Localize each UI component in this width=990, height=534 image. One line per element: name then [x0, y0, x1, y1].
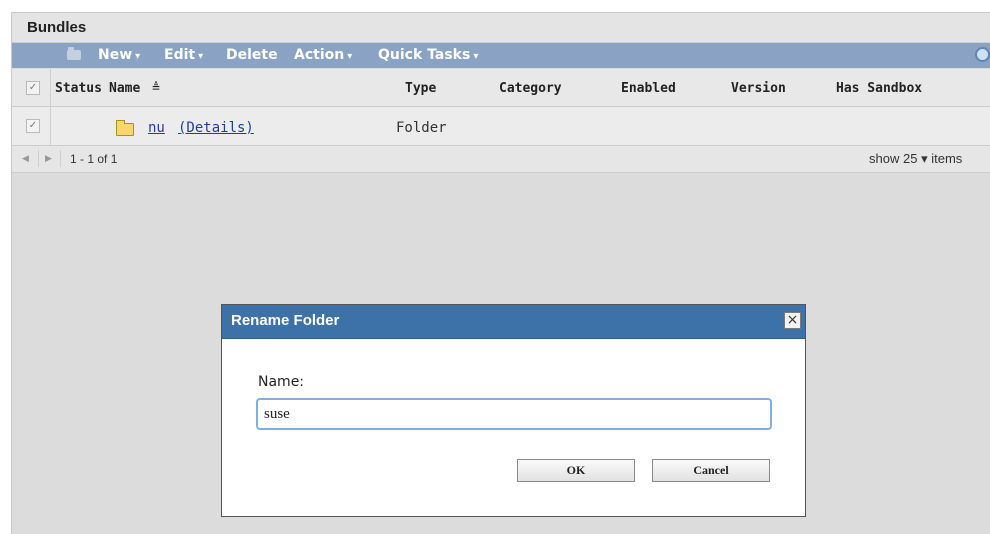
- dialog-header: Rename Folder ×: [222, 305, 805, 339]
- column-header-has-sandbox[interactable]: Has Sandbox: [836, 81, 922, 96]
- page-size-select[interactable]: 25 ▾: [903, 151, 928, 166]
- action-menu[interactable]: Action ▾: [294, 47, 352, 63]
- items-label: items: [931, 151, 963, 166]
- page-size-control: show 25 ▾ items: [869, 151, 962, 167]
- new-label: New: [98, 47, 133, 63]
- new-menu[interactable]: New ▾: [98, 47, 140, 63]
- ok-button[interactable]: OK: [517, 459, 635, 482]
- edit-label: Edit: [164, 47, 196, 63]
- next-page-icon[interactable]: ▶: [45, 153, 52, 164]
- action-label: Action: [294, 47, 345, 63]
- name-header-label: Name: [109, 81, 141, 96]
- pagination-bar: ◀ ▶ 1 - 1 of 1 show 25 ▾ items: [12, 146, 990, 173]
- name-field-label: Name:: [258, 374, 305, 390]
- chevron-down-icon: ▾: [347, 51, 353, 62]
- page-count: 1 - 1 of 1: [70, 152, 118, 166]
- quick-tasks-label: Quick Tasks: [378, 47, 471, 63]
- folder-name-link[interactable]: nu: [148, 120, 165, 136]
- details-link[interactable]: (Details): [178, 120, 254, 136]
- table-header: ✓ Status Name ≜ Type Category Enabled Ve…: [12, 69, 990, 107]
- column-header-status[interactable]: Status: [55, 81, 102, 96]
- close-icon[interactable]: ×: [784, 312, 801, 329]
- quick-tasks-menu[interactable]: Quick Tasks ▾: [378, 47, 478, 63]
- select-all-checkbox[interactable]: ✓: [26, 81, 40, 95]
- refresh-icon[interactable]: [975, 47, 990, 62]
- chevron-down-icon: ▾: [198, 51, 204, 62]
- chevron-down-icon: ▾: [135, 51, 141, 62]
- cancel-button[interactable]: Cancel: [652, 459, 770, 482]
- dialog-title: Rename Folder: [231, 312, 340, 329]
- table-row[interactable]: ✓ nu (Details) Folder: [12, 107, 990, 146]
- column-header-category[interactable]: Category: [499, 81, 562, 96]
- pager-divider: [38, 150, 39, 167]
- column-divider: [50, 107, 51, 145]
- prev-page-icon[interactable]: ◀: [22, 153, 29, 164]
- sort-ascending-icon: ≜: [152, 81, 160, 96]
- column-header-name[interactable]: Name ≜: [109, 81, 160, 96]
- pager-divider: [60, 150, 61, 167]
- new-folder-icon[interactable]: [67, 47, 81, 60]
- edit-menu[interactable]: Edit ▾: [164, 47, 203, 63]
- column-header-version[interactable]: Version: [731, 81, 786, 96]
- chevron-down-icon: ▾: [473, 51, 479, 62]
- delete-button[interactable]: Delete: [226, 47, 278, 63]
- chevron-down-icon: ▾: [921, 151, 928, 166]
- panel-title-bar: Bundles: [12, 13, 990, 43]
- folder-name-input[interactable]: [256, 398, 772, 430]
- row-checkbox[interactable]: ✓: [26, 119, 40, 133]
- column-divider: [50, 69, 51, 106]
- toolbar: New ▾ Edit ▾ Delete Action ▾ Quick Tasks ▾: [12, 43, 990, 68]
- folder-icon: [116, 120, 134, 136]
- rename-folder-dialog: Rename Folder × Name: OK Cancel: [221, 304, 806, 517]
- column-header-enabled[interactable]: Enabled: [621, 81, 676, 96]
- panel-title: Bundles: [27, 19, 87, 36]
- column-header-type[interactable]: Type: [405, 81, 436, 96]
- show-label: show: [869, 151, 900, 166]
- page-size-value: 25: [902, 151, 918, 166]
- type-cell: Folder: [396, 120, 447, 136]
